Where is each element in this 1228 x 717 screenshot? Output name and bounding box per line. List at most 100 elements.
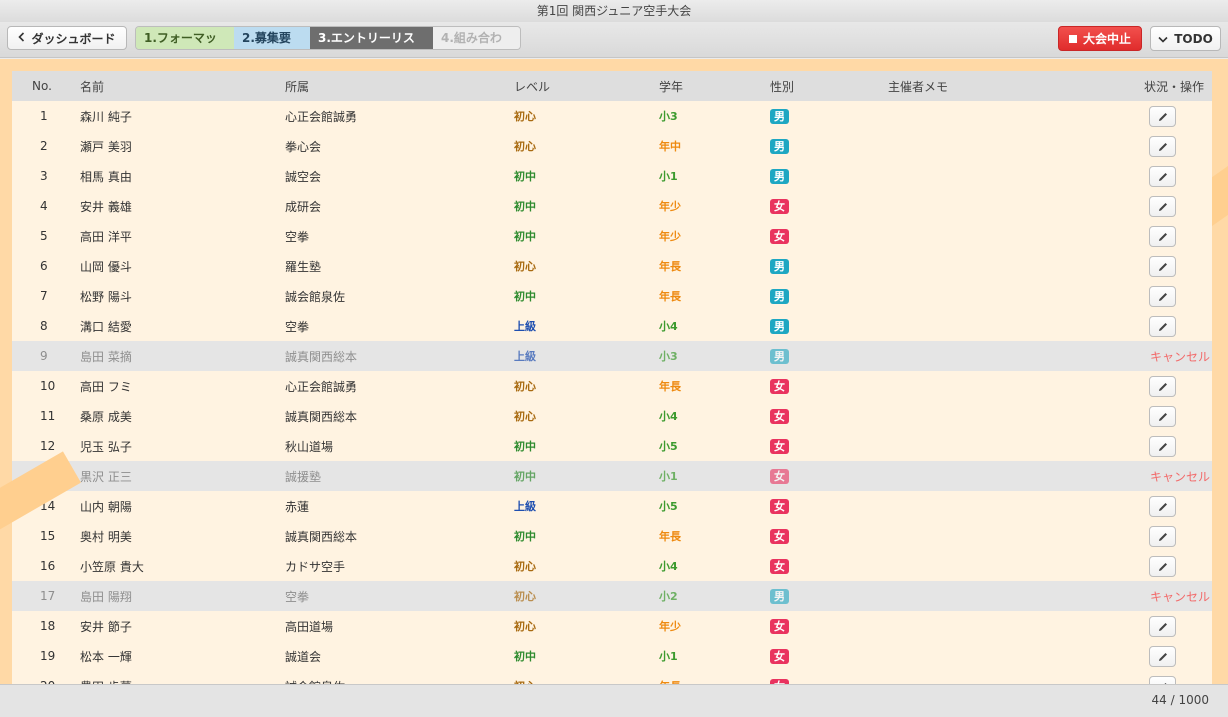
sex-badge: 男 xyxy=(770,348,789,364)
row-org: 空拳 xyxy=(285,229,310,244)
row-level-cell: 初心 xyxy=(514,558,659,574)
pencil-icon xyxy=(1159,382,1167,391)
edit-entry-button[interactable] xyxy=(1149,645,1176,667)
grade-label: 小4 xyxy=(659,560,678,573)
edit-entry-button[interactable] xyxy=(1149,375,1176,397)
edit-entry-button[interactable] xyxy=(1149,405,1176,427)
pencil-icon xyxy=(1159,622,1167,631)
sex-badge: 女 xyxy=(770,468,789,484)
table-row[interactable]: 4 安井 義雄 成研会 初中 年少 女 xyxy=(12,191,1212,221)
todo-button[interactable]: TODO xyxy=(1150,26,1221,51)
table-row[interactable]: 5 高田 洋平 空拳 初中 年少 女 xyxy=(12,221,1212,251)
row-action-cell xyxy=(1088,675,1212,684)
table-row[interactable]: 13 黒沢 正三 誠援塾 初中 小1 女 キャンセル xyxy=(12,461,1212,491)
edit-entry-button[interactable] xyxy=(1149,555,1176,577)
window-title: 第1回 関西ジュニア空手大会 xyxy=(0,0,1228,22)
row-name: 溝口 結愛 xyxy=(80,319,132,334)
level-label: 初心 xyxy=(514,260,536,273)
row-level-cell: 初心 xyxy=(514,108,659,124)
row-action-cell: キャンセル xyxy=(1088,588,1212,605)
entry-list-panel: No. 名前 所属 レベル 学年 性別 主催者メモ 状況・操作 1 森川 純子 心正… xyxy=(0,59,1228,684)
row-action-cell xyxy=(1088,495,1212,517)
sex-badge: 男 xyxy=(770,138,789,154)
cancelled-status: キャンセル xyxy=(1149,469,1210,484)
row-name: 児玉 弘子 xyxy=(80,439,132,454)
row-action-cell: キャンセル xyxy=(1088,468,1212,485)
step-entry-list-tab[interactable]: 3.エントリーリスト xyxy=(310,27,433,49)
table-row[interactable]: 3 相馬 真由 誠空会 初中 小1 男 xyxy=(12,161,1212,191)
step-matching-tab[interactable]: 4.組み合わせ xyxy=(433,27,520,49)
table-row[interactable]: 18 安井 節子 高田道場 初心 年少 女 xyxy=(12,611,1212,641)
row-name: 松野 陽斗 xyxy=(80,289,132,304)
level-label: 初中 xyxy=(514,440,536,453)
grade-label: 小4 xyxy=(659,410,678,423)
row-level-cell: 初心 xyxy=(514,258,659,274)
table-row[interactable]: 14 山内 朝陽 赤蓮 上級 小5 女 xyxy=(12,491,1212,521)
edit-entry-button[interactable] xyxy=(1149,135,1176,157)
level-label: 初心 xyxy=(514,620,536,633)
edit-entry-button[interactable] xyxy=(1149,285,1176,307)
row-action-cell xyxy=(1088,315,1212,337)
dashboard-back-button[interactable]: ダッシュボード xyxy=(7,26,127,50)
table-row[interactable]: 11 桑原 成美 誠真関西総本 初心 小4 女 xyxy=(12,401,1212,431)
table-row[interactable]: 20豊田 歩夢誠会館泉佐初心年長女 xyxy=(12,671,1212,684)
row-number: 3 xyxy=(40,169,48,183)
row-sex-cell: 女 xyxy=(770,438,888,454)
row-action-cell xyxy=(1088,105,1212,127)
edit-entry-button[interactable] xyxy=(1149,615,1176,637)
table-row[interactable]: 8 溝口 結愛 空拳 上級 小4 男 xyxy=(12,311,1212,341)
step-recruitment-tab[interactable]: 2.募集要項 xyxy=(234,27,310,49)
edit-entry-button[interactable] xyxy=(1149,435,1176,457)
edit-entry-button[interactable] xyxy=(1149,315,1176,337)
level-label: 初中 xyxy=(514,290,536,303)
row-grade-cell: 年長 xyxy=(659,528,770,544)
row-org: 誠道会 xyxy=(285,649,322,664)
row-number: 12 xyxy=(40,439,56,453)
cancel-tournament-button[interactable]: 大会中止 xyxy=(1058,26,1142,51)
table-row[interactable]: 17 島田 陽翔 空拳 初心 小2 男 キャンセル xyxy=(12,581,1212,611)
edit-entry-button[interactable] xyxy=(1149,525,1176,547)
pencil-icon xyxy=(1159,292,1167,301)
row-grade-cell: 小3 xyxy=(659,108,770,124)
grade-label: 小1 xyxy=(659,650,678,663)
grade-label: 小3 xyxy=(659,110,678,123)
level-label: 初心 xyxy=(514,590,536,603)
edit-entry-button[interactable] xyxy=(1149,195,1176,217)
table-row[interactable]: 7 松野 陽斗 誠会館泉佐 初中 年長 男 xyxy=(12,281,1212,311)
edit-entry-button[interactable] xyxy=(1149,165,1176,187)
table-row[interactable]: 16 小笠原 貴大 カドサ空手 初心 小4 女 xyxy=(12,551,1212,581)
row-number: 9 xyxy=(40,349,48,363)
header-memo: 主催者メモ xyxy=(888,79,949,94)
table-row[interactable]: 1 森川 純子 心正会館誠勇 初心 小3 男 xyxy=(12,101,1212,131)
row-name: 山岡 優斗 xyxy=(80,259,132,274)
edit-entry-button[interactable] xyxy=(1149,675,1176,684)
edit-entry-button[interactable] xyxy=(1149,255,1176,277)
level-label: 初心 xyxy=(514,110,536,123)
grade-label: 年長 xyxy=(659,260,681,273)
row-level-cell: 初心 xyxy=(514,588,659,604)
edit-entry-button[interactable] xyxy=(1149,105,1176,127)
table-row[interactable]: 6 山岡 優斗 羅生塾 初心 年長 男 xyxy=(12,251,1212,281)
edit-entry-button[interactable] xyxy=(1149,225,1176,247)
stop-icon xyxy=(1068,34,1077,43)
table-row[interactable]: 19 松本 一輝 誠道会 初中 小1 女 xyxy=(12,641,1212,671)
row-org: 空拳 xyxy=(285,589,310,604)
table-row[interactable]: 10 高田 フミ 心正会館誠勇 初心 年長 女 xyxy=(12,371,1212,401)
table-row[interactable]: 9 島田 菜摘 誠真関西総本 上級 小3 男 キャンセル xyxy=(12,341,1212,371)
row-sex-cell: 男 xyxy=(770,258,888,274)
table-row[interactable]: 2 瀬戸 美羽 拳心会 初心 年中 男 xyxy=(12,131,1212,161)
row-sex-cell: 女 xyxy=(770,468,888,484)
table-row[interactable]: 12 児玉 弘子 秋山道場 初中 小5 女 xyxy=(12,431,1212,461)
edit-entry-button[interactable] xyxy=(1149,495,1176,517)
row-level-cell: 初中 xyxy=(514,438,659,454)
sex-badge: 女 xyxy=(770,498,789,514)
step-format-tab[interactable]: 1.フォーマット xyxy=(136,27,234,49)
pencil-icon xyxy=(1159,142,1167,151)
row-name: 高田 フミ xyxy=(80,379,132,394)
pencil-icon xyxy=(1159,112,1167,121)
table-row[interactable]: 15 奥村 明美 誠真関西総本 初中 年長 女 xyxy=(12,521,1212,551)
todo-label: TODO xyxy=(1174,31,1213,46)
entry-table: No. 名前 所属 レベル 学年 性別 主催者メモ 状況・操作 1 森川 純子 心正… xyxy=(12,71,1212,684)
row-number: 4 xyxy=(40,199,48,213)
row-name: 安井 義雄 xyxy=(80,199,132,214)
